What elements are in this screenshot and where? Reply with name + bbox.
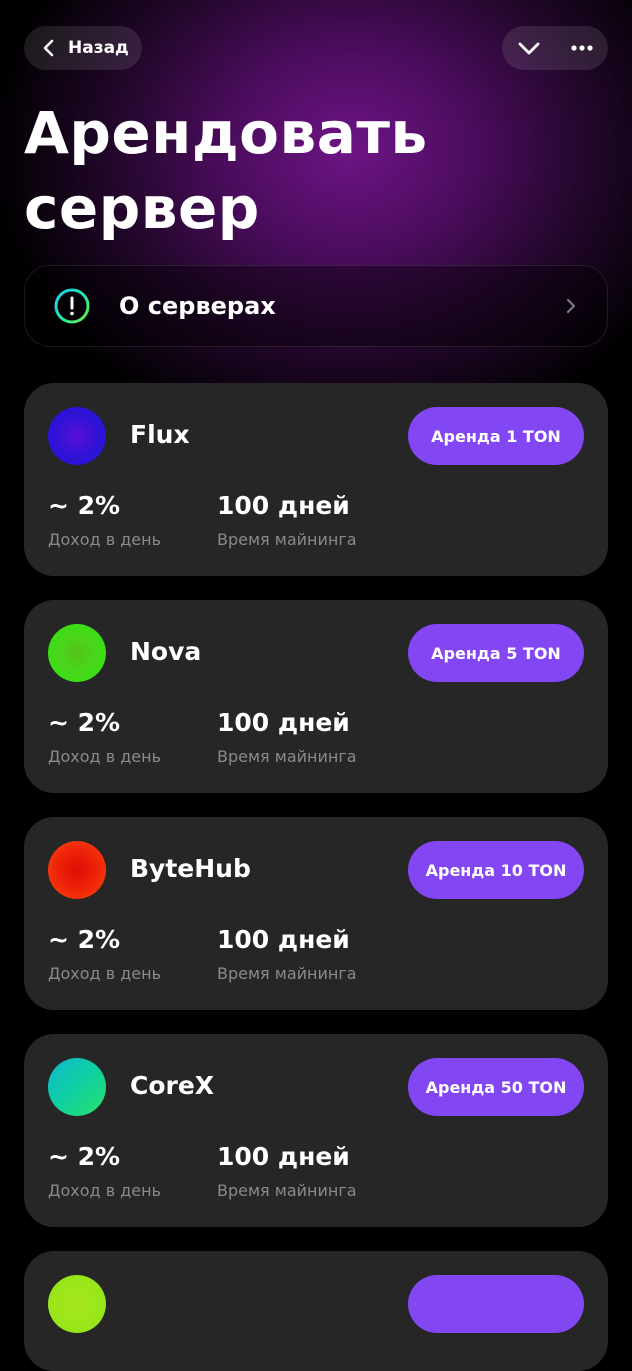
page-title-line-1: Арендовать (24, 99, 428, 167)
top-bar: Назад (0, 0, 632, 100)
back-button[interactable]: Назад (24, 26, 142, 70)
rent-button[interactable]: Аренда 10 TON (408, 841, 584, 899)
server-name: Flux (130, 420, 190, 449)
server-orb-icon (48, 841, 106, 899)
chevron-down-icon (518, 42, 539, 55)
server-card-nova: Nova Аренда 5 TON ~ 2% Доход в день 100 … (24, 600, 608, 793)
server-orb-icon (48, 1058, 106, 1116)
mining-time-label: Время майнинга (217, 747, 357, 766)
server-name: CoreX (130, 1071, 215, 1100)
more-button[interactable] (555, 26, 608, 70)
mining-time-value: 100 дней (217, 925, 350, 954)
mining-time-value: 100 дней (217, 491, 350, 520)
income-label: Доход в день (48, 747, 162, 766)
collapse-button[interactable] (502, 26, 555, 70)
about-servers-label: О серверах (119, 292, 276, 320)
server-orb-icon (48, 407, 106, 465)
server-orb-icon (48, 1275, 106, 1333)
mining-time-label: Время майнинга (217, 530, 357, 549)
back-label: Назад (68, 38, 129, 58)
income-label: Доход в день (48, 1181, 162, 1200)
rent-button[interactable]: Аренда 5 TON (408, 624, 584, 682)
server-card-bytehub: ByteHub Аренда 10 TON ~ 2% Доход в день … (24, 817, 608, 1010)
income-value: ~ 2% (48, 1142, 121, 1171)
window-controls (502, 26, 608, 70)
income-value: ~ 2% (48, 708, 121, 737)
server-card-flux: Flux Аренда 1 TON ~ 2% Доход в день 100 … (24, 383, 608, 576)
mining-time-label: Время майнинга (217, 1181, 357, 1200)
page-title: Арендовать сервер (24, 96, 604, 246)
page-title-line-2: сервер (24, 174, 260, 242)
alert-circle-icon (53, 287, 91, 325)
server-card-partial (24, 1251, 608, 1371)
server-name: ByteHub (130, 854, 251, 883)
chevron-right-icon (561, 296, 581, 316)
server-card-corex: CoreX Аренда 50 TON ~ 2% Доход в день 10… (24, 1034, 608, 1227)
income-label: Доход в день (48, 530, 162, 549)
income-value: ~ 2% (48, 491, 121, 520)
rent-button[interactable]: Аренда 1 TON (408, 407, 584, 465)
chevron-left-icon (38, 37, 60, 59)
server-orb-icon (48, 624, 106, 682)
income-label: Доход в день (48, 964, 162, 983)
rent-button[interactable]: Аренда 50 TON (408, 1058, 584, 1116)
mining-time-value: 100 дней (217, 708, 350, 737)
income-value: ~ 2% (48, 925, 121, 954)
mining-time-label: Время майнинга (217, 964, 357, 983)
more-horizontal-icon (570, 45, 593, 51)
about-servers-row[interactable]: О серверах (24, 265, 608, 347)
mining-time-value: 100 дней (217, 1142, 350, 1171)
server-name: Nova (130, 637, 202, 666)
rent-button[interactable] (408, 1275, 584, 1333)
